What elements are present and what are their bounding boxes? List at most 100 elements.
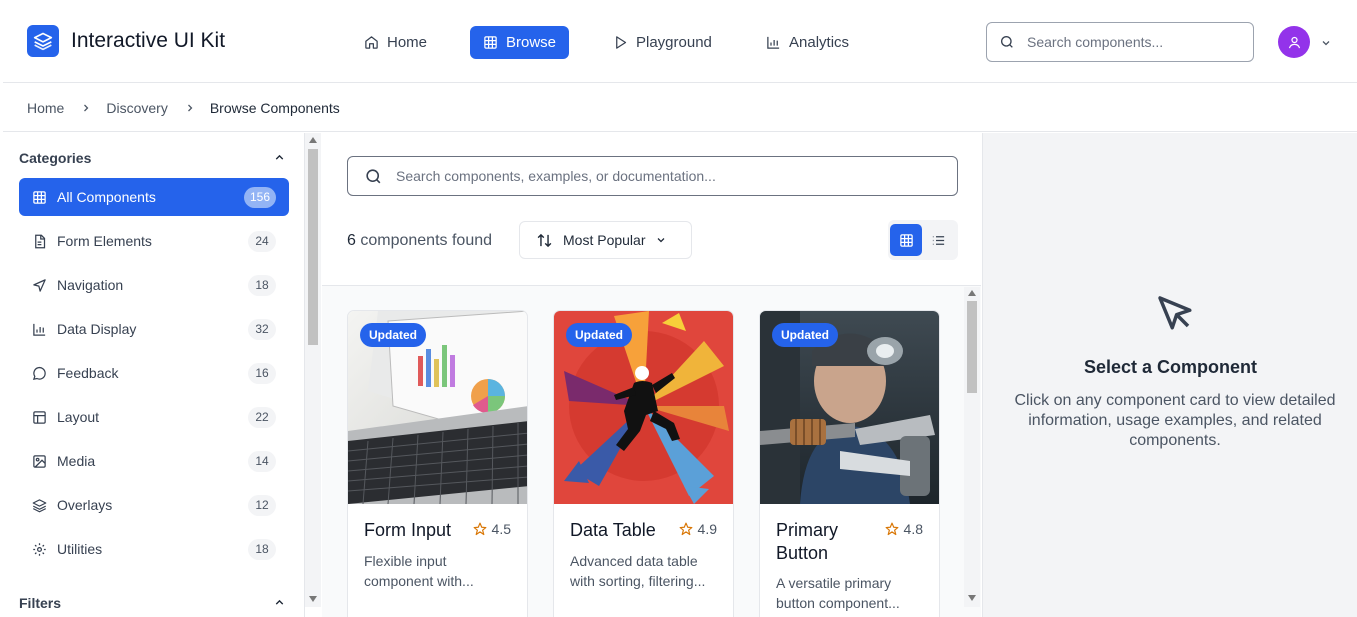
category-label: Media — [57, 453, 96, 469]
category-count: 156 — [243, 186, 276, 208]
categories-heading: Categories — [19, 150, 92, 166]
nav-browse[interactable]: Browse — [470, 26, 570, 59]
nav-home-label: Home — [387, 34, 428, 51]
image-icon — [32, 454, 47, 469]
chevron-down-icon — [655, 234, 667, 246]
detail-description: Click on any component card to view deta… — [1014, 392, 1336, 449]
home-icon — [364, 35, 379, 50]
category-label: Data Display — [57, 321, 137, 337]
card-description-line: with sorting, filtering... — [570, 573, 706, 589]
card-image-laptop: Updated — [348, 311, 527, 504]
card-badge: Updated — [772, 323, 838, 347]
card-title: Data Table — [570, 520, 656, 540]
category-utilities[interactable]: Utilities 18 — [19, 530, 289, 568]
card-description: Advanced data table with sorting, filter… — [570, 551, 720, 591]
navigation-arrow-icon — [32, 278, 47, 293]
gear-icon — [32, 542, 47, 557]
category-label: Overlays — [57, 497, 113, 513]
breadcrumb-home[interactable]: Home — [27, 100, 64, 116]
results-label: components found — [360, 232, 493, 249]
category-count: 22 — [248, 406, 276, 428]
category-overlays[interactable]: Overlays 12 — [19, 486, 289, 524]
sidebar: Categories All Components 156 Form Eleme… — [3, 133, 305, 617]
card-description: Flexible input component with... — [364, 551, 514, 591]
rating-value: 4.8 — [903, 521, 923, 537]
search-icon — [999, 34, 1015, 50]
grid-scrollbar[interactable] — [964, 287, 980, 607]
sort-arrows-icon — [536, 232, 553, 249]
category-count: 16 — [248, 362, 276, 384]
card-rating: 4.8 — [885, 521, 923, 537]
category-count: 12 — [248, 494, 276, 516]
card-description-line: Advanced data table — [570, 553, 698, 569]
card-description-line: A versatile primary — [776, 575, 892, 591]
category-form-elements[interactable]: Form Elements 24 — [19, 222, 289, 260]
filters-heading: Filters — [19, 595, 62, 611]
chevron-up-icon[interactable] — [273, 596, 286, 614]
card-badge: Updated — [360, 323, 426, 347]
chevron-down-icon[interactable] — [1320, 36, 1332, 54]
nav-analytics[interactable]: Analytics — [753, 26, 862, 59]
card-rating: 4.5 — [473, 521, 511, 537]
sidebar-scroll-thumb[interactable] — [308, 149, 318, 345]
category-count: 24 — [248, 230, 276, 252]
category-media[interactable]: Media 14 — [19, 442, 289, 480]
main-content: 6 components found Most Popular — [322, 133, 981, 617]
message-circle-icon — [32, 366, 47, 381]
rating-value: 4.5 — [491, 521, 511, 537]
grid-scroll-thumb[interactable] — [967, 301, 977, 393]
nav-home[interactable]: Home — [351, 26, 440, 59]
header-search[interactable] — [986, 22, 1254, 62]
category-label: Feedback — [57, 365, 119, 381]
card-image-illustration: Updated — [554, 311, 733, 504]
card-image-photo: Updated — [760, 311, 939, 504]
cursor-pointer-icon — [1153, 291, 1195, 338]
results-summary: 6 components found — [347, 232, 492, 250]
nav-playground-label: Playground — [636, 34, 712, 51]
sort-dropdown[interactable]: Most Popular — [519, 221, 692, 259]
chevron-right-icon — [80, 102, 92, 114]
category-layout[interactable]: Layout 22 — [19, 398, 289, 436]
logo-icon[interactable] — [27, 25, 59, 57]
card-title: Primary Button — [776, 520, 838, 563]
document-icon — [32, 234, 47, 249]
category-label: Form Elements — [57, 233, 152, 249]
avatar[interactable] — [1278, 26, 1310, 58]
card-description-line: button component... — [776, 595, 900, 611]
nav-browse-label: Browse — [506, 34, 557, 51]
component-card-data-table[interactable]: Updated Data Table 4.9 Advanced data tab… — [553, 310, 734, 617]
category-navigation[interactable]: Navigation 18 — [19, 266, 289, 304]
detail-title: Select a Component — [1083, 357, 1258, 377]
card-description: A versatile primary button component... — [776, 573, 926, 613]
search-icon — [364, 167, 383, 186]
breadcrumb-discovery[interactable]: Discovery — [106, 100, 167, 116]
component-card-form-input[interactable]: Updated Form Input 4.5 Flexible input co… — [347, 310, 528, 617]
card-badge: Updated — [566, 323, 632, 347]
top-header: Interactive UI Kit Home Browse Playgroun… — [3, 3, 1357, 83]
bar-chart-icon — [32, 322, 47, 337]
chevron-right-icon — [184, 102, 196, 114]
component-search-input[interactable] — [396, 168, 936, 184]
nav-playground[interactable]: Playground — [600, 26, 725, 59]
component-search[interactable] — [347, 156, 958, 196]
card-title: Form Input — [364, 520, 452, 540]
chevron-up-icon[interactable] — [273, 151, 286, 169]
detail-panel: Select a Component Click on any componen… — [982, 133, 1357, 617]
star-icon — [473, 522, 487, 536]
category-feedback[interactable]: Feedback 16 — [19, 354, 289, 392]
category-all-components[interactable]: All Components 156 — [19, 178, 289, 216]
bar-chart-icon — [766, 35, 781, 50]
component-card-primary-button[interactable]: Updated Primary Button 4.8 A versatile p… — [759, 310, 940, 617]
layers-icon — [32, 498, 47, 513]
header-search-input[interactable] — [1027, 34, 1227, 50]
category-data-display[interactable]: Data Display 32 — [19, 310, 289, 348]
sidebar-scrollbar[interactable] — [305, 133, 321, 607]
app-title[interactable]: Interactive UI Kit — [71, 29, 225, 53]
category-count: 18 — [248, 274, 276, 296]
list-view-button[interactable] — [922, 224, 954, 256]
star-icon — [885, 522, 899, 536]
grid-icon — [32, 190, 47, 205]
grid-view-button[interactable] — [890, 224, 922, 256]
sort-label: Most Popular — [563, 232, 646, 248]
play-icon — [613, 35, 628, 50]
